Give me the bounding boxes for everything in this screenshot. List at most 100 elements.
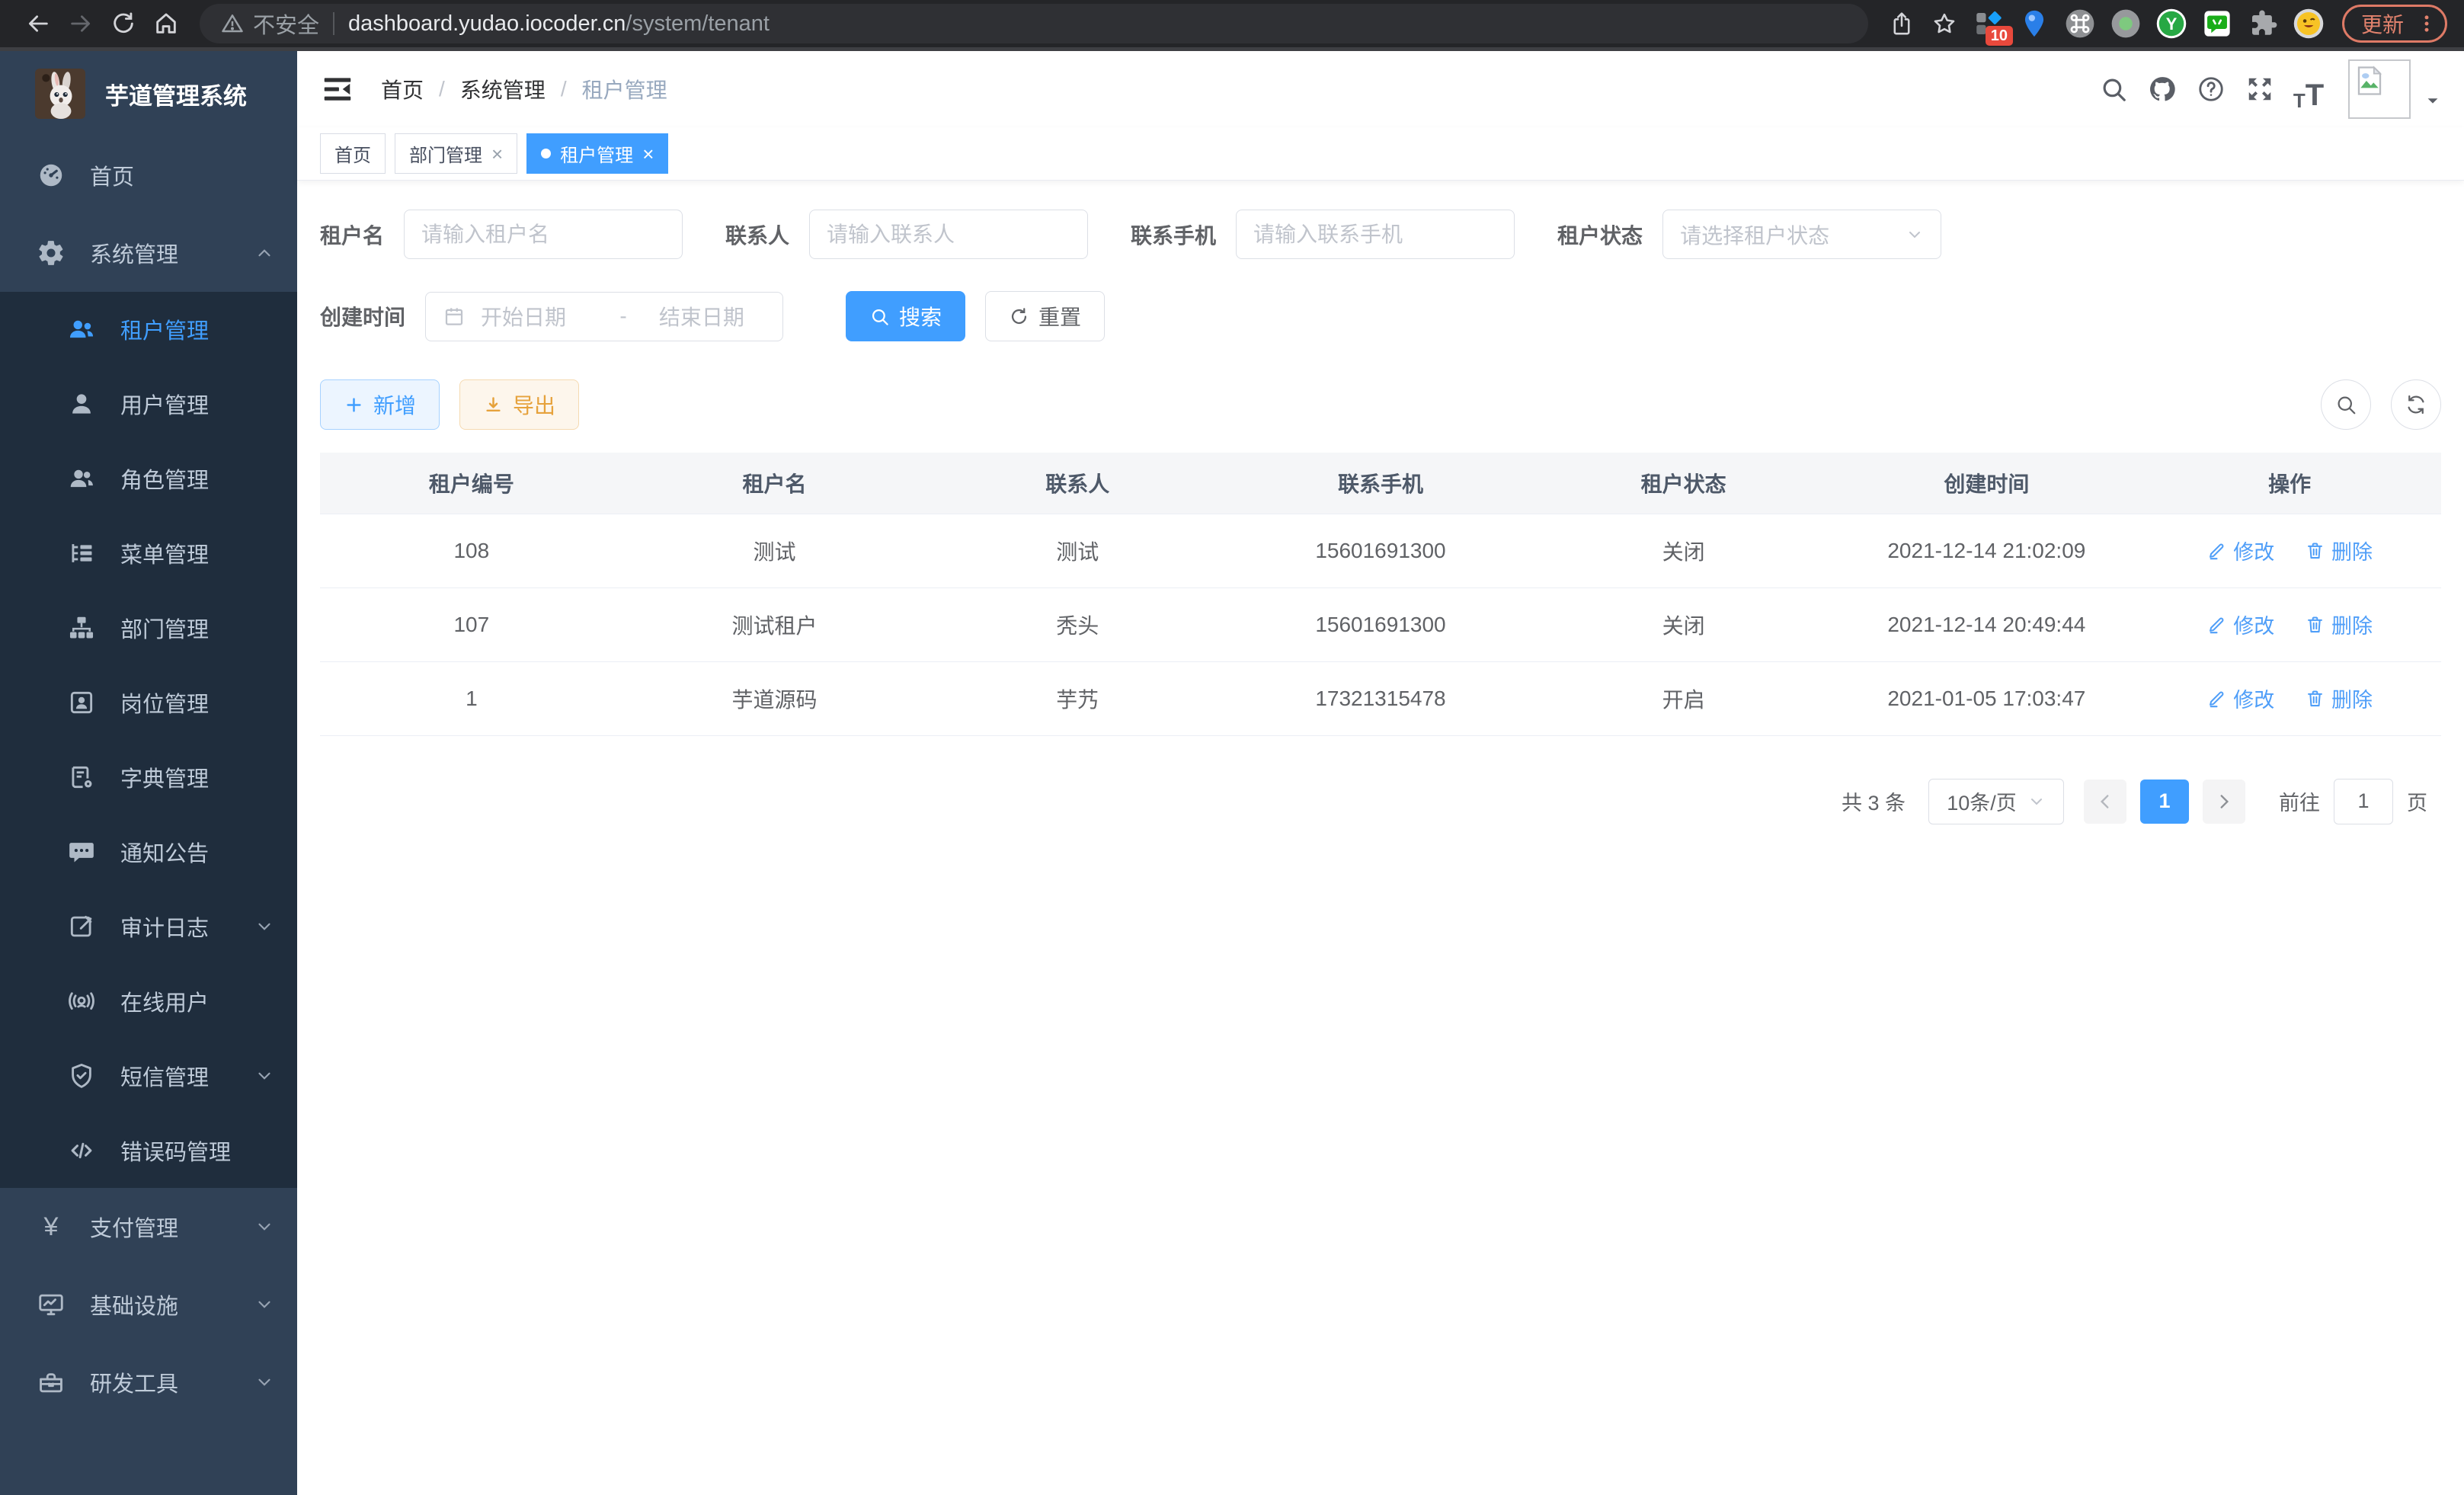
refresh-table-icon[interactable] [2391,379,2441,430]
sidebar-item-sms[interactable]: 短信管理 [0,1039,297,1113]
sidebar-item-dept[interactable]: 部门管理 [0,591,297,665]
help-icon[interactable] [2190,68,2232,110]
home-icon[interactable] [145,2,187,45]
sidebar-item-user[interactable]: 用户管理 [0,367,297,441]
tenant-table: 租户编号 租户名 联系人 联系手机 租户状态 创建时间 操作 108 测试 测试 [320,453,2441,736]
cell-actions: 修改 删除 [2138,587,2441,661]
reset-button[interactable]: 重置 [985,291,1105,341]
contact-label: 联系人 [725,219,789,250]
pencil-icon [2206,688,2227,709]
search-button[interactable]: 搜索 [846,291,965,341]
filter-row-2: 创建时间 开始日期 - 结束日期 搜索 重置 [320,291,2441,341]
sidebar-item-online-users[interactable]: 在线用户 [0,964,297,1039]
forward-icon[interactable] [59,2,102,45]
tab-tenant[interactable]: 租户管理 × [526,133,668,174]
reload-icon[interactable] [102,2,145,45]
breadcrumb-system[interactable]: 系统管理 [460,74,546,104]
sidebar-item-label: 菜单管理 [120,537,209,569]
sidebar-item-label: 岗位管理 [120,687,209,719]
reset-button-label: 重置 [1038,301,1081,331]
tenant-name-input[interactable] [404,210,683,259]
sidebar-item-devtools[interactable]: 研发工具 [0,1343,297,1421]
next-page-button[interactable] [2203,780,2245,824]
breadcrumb-home[interactable]: 首页 [381,74,424,104]
sidebar-item-infra[interactable]: 基础设施 [0,1266,297,1343]
tab-dept[interactable]: 部门管理 × [395,133,517,174]
page-size-select[interactable]: 10条/页 [1928,779,2064,824]
pencil-icon [2206,614,2227,635]
kebab-menu-icon[interactable] [2416,13,2437,34]
sidebar-logo[interactable]: 芋道管理系统 [0,51,297,136]
sidebar: 芋道管理系统 首页 系统管理 [0,51,297,1495]
sidebar-item-audit-log[interactable]: 审计日志 [0,889,297,964]
caret-down-icon[interactable] [2424,92,2441,109]
security-label[interactable]: 不安全 [253,8,319,40]
extensions-puzzle-icon[interactable] [2240,2,2286,46]
url-path[interactable]: /system/tenant [626,11,770,37]
close-icon[interactable]: × [642,144,654,164]
sidebar-item-menu[interactable]: 菜单管理 [0,516,297,591]
date-range-picker[interactable]: 开始日期 - 结束日期 [425,292,783,341]
page-number-button[interactable]: 1 [2140,780,2189,824]
top-navbar: 首页 / 系统管理 / 租户管理 T [297,51,2464,127]
col-phone: 联系手机 [1229,453,1532,514]
sidebar-item-home[interactable]: 首页 [0,136,297,214]
search-button-label: 搜索 [899,301,942,331]
cell-status: 关闭 [1532,587,1835,661]
show-search-icon[interactable] [2321,379,2371,430]
cell-actions: 修改 删除 [2138,661,2441,735]
sidebar-item-notice[interactable]: 通知公告 [0,815,297,889]
chrome-update-button[interactable]: 更新 [2342,5,2447,43]
sidebar-fold-icon[interactable] [320,72,355,107]
close-icon[interactable]: × [491,144,503,164]
sidebar-item-tenant[interactable]: 租户管理 [0,292,297,367]
extension-command-icon[interactable] [2057,2,2103,46]
tab-home[interactable]: 首页 [320,133,386,174]
edit-button[interactable]: 修改 [2206,610,2274,639]
export-button[interactable]: 导出 [459,379,579,430]
prev-page-button[interactable] [2084,780,2126,824]
goto-page-input[interactable] [2334,779,2393,824]
fullscreen-icon[interactable] [2238,68,2281,110]
breadcrumb-separator: / [561,77,567,101]
sidebar-item-system[interactable]: 系统管理 [0,214,297,292]
sidebar-item-role[interactable]: 角色管理 [0,441,297,516]
edit-log-icon [66,911,98,943]
chevron-down-icon [254,1372,274,1392]
phone-input[interactable] [1236,210,1515,259]
code-icon [66,1135,98,1167]
extension-y-icon[interactable]: Y [2149,2,2194,46]
dictionary-icon [66,761,98,793]
extension-chat-icon[interactable] [2194,2,2240,46]
github-icon[interactable] [2141,68,2184,110]
col-tenant-id: 租户编号 [320,453,623,514]
contact-input[interactable] [809,210,1088,259]
sidebar-item-payment[interactable]: ¥ 支付管理 [0,1188,297,1266]
extension-pin-icon[interactable] [2011,2,2057,46]
share-icon[interactable] [1880,2,1923,45]
edit-button[interactable]: 修改 [2206,536,2274,565]
bookmark-star-icon[interactable] [1923,2,1966,45]
delete-button[interactable]: 删除 [2305,683,2373,713]
header-search-icon[interactable] [2092,68,2135,110]
cell-phone: 15601691300 [1229,514,1532,587]
sidebar-item-dict[interactable]: 字典管理 [0,740,297,815]
edit-button[interactable]: 修改 [2206,683,2274,713]
goto-unit-label: 页 [2407,786,2427,816]
address-bar[interactable]: 不安全 dashboard.yudao.iocoder.cn/system/te… [200,4,1868,43]
back-icon[interactable] [17,2,59,45]
status-select[interactable]: 请选择租户状态 [1662,210,1941,259]
sidebar-item-post[interactable]: 岗位管理 [0,665,297,740]
extension-record-icon[interactable] [2103,2,2149,46]
chevron-down-icon [254,917,274,936]
delete-button[interactable]: 删除 [2305,610,2373,639]
cell-tenant-id: 107 [320,587,623,661]
extension-blocks-icon[interactable]: 10 [1966,2,2011,46]
sidebar-item-error-code[interactable]: 错误码管理 [0,1113,297,1188]
profile-avatar-icon[interactable] [2286,2,2331,46]
url-host[interactable]: dashboard.yudao.iocoder.cn [348,11,626,37]
user-avatar[interactable] [2348,59,2411,119]
delete-button[interactable]: 删除 [2305,536,2373,565]
font-size-icon[interactable]: TT [2287,68,2330,110]
add-button[interactable]: 新增 [320,379,440,430]
